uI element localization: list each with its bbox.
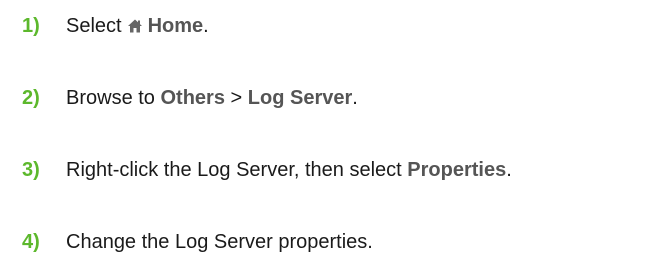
step-suffix: . [506, 159, 512, 181]
step-prefix: Select [66, 15, 122, 37]
instruction-steps: 1) Select Home. 2) Browse to Others > Lo… [0, 0, 660, 265]
step-suffix: . [352, 87, 358, 109]
log-server-label: Log Server [247, 87, 353, 109]
step-suffix: . [203, 15, 209, 37]
step-number: 2) [22, 87, 40, 109]
step-prefix: Browse to [66, 87, 155, 109]
home-label: Home [147, 15, 204, 37]
others-label: Others [160, 87, 225, 109]
step-text: Browse to Others > Log Server. [66, 83, 358, 113]
breadcrumb-separator: > [230, 87, 243, 109]
step-text: Select Home. [66, 11, 209, 41]
step-number: 1) [22, 15, 40, 37]
step-text: Change the Log Server properties. [66, 231, 373, 253]
home-icon [127, 18, 143, 34]
step-number: 3) [22, 159, 40, 181]
properties-label: Properties [407, 159, 507, 181]
step-prefix: Right-click the Log Server, then select [66, 159, 402, 181]
step-number: 4) [22, 231, 40, 253]
step-text: Right-click the Log Server, then select … [66, 155, 512, 185]
